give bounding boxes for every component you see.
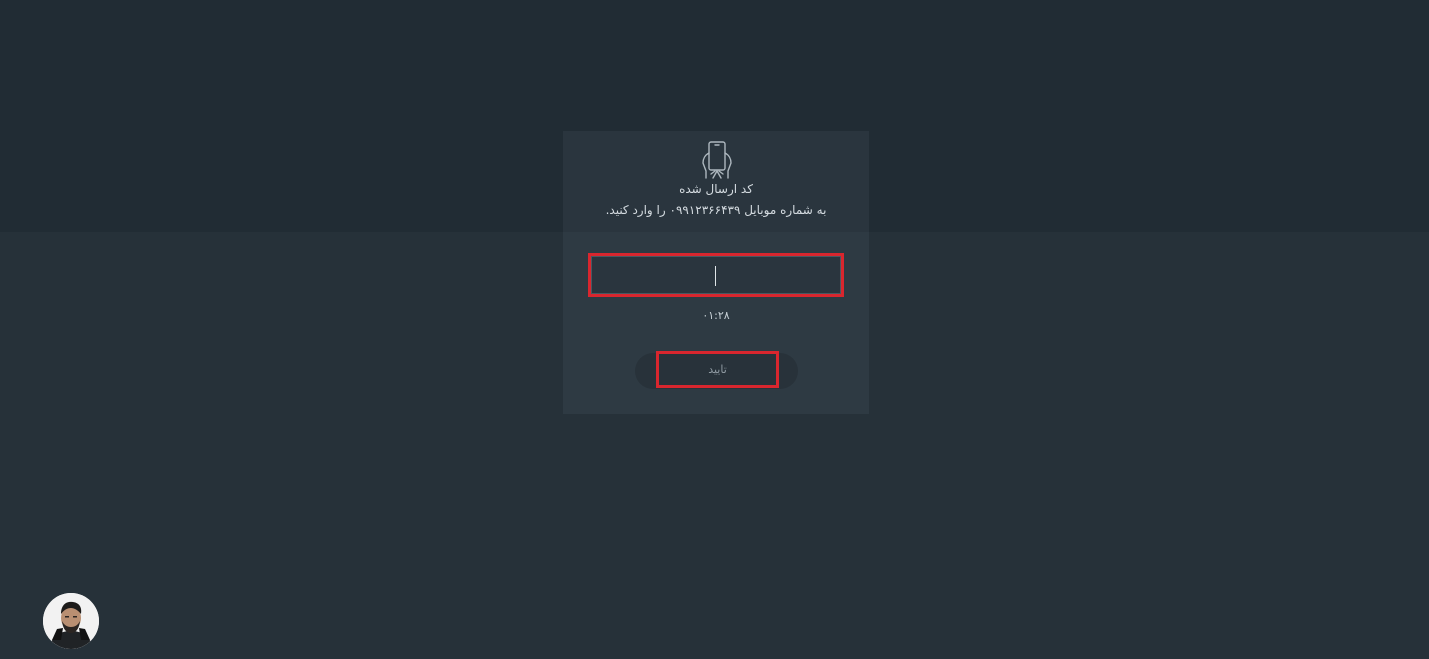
otp-card: کد ارسال شده به شماره موبایل ۰۹۹۱۲۳۶۶۴۳۹… (563, 131, 869, 414)
otp-instructions: به شماره موبایل ۰۹۹۱۲۳۶۶۴۳۹ را وارد کنید… (605, 203, 827, 217)
countdown-timer: ۰۱:۲۸ (702, 309, 730, 322)
avatar-person-icon (43, 593, 99, 649)
otp-code-input[interactable] (588, 253, 844, 297)
user-avatar[interactable] (43, 593, 99, 649)
text-caret (715, 266, 716, 286)
phone-in-hand-icon (702, 141, 732, 179)
otp-title: کد ارسال شده (679, 182, 753, 196)
confirm-button[interactable]: تایید (656, 351, 779, 388)
page: کد ارسال شده به شماره موبایل ۰۹۹۱۲۳۶۶۴۳۹… (0, 0, 1429, 659)
